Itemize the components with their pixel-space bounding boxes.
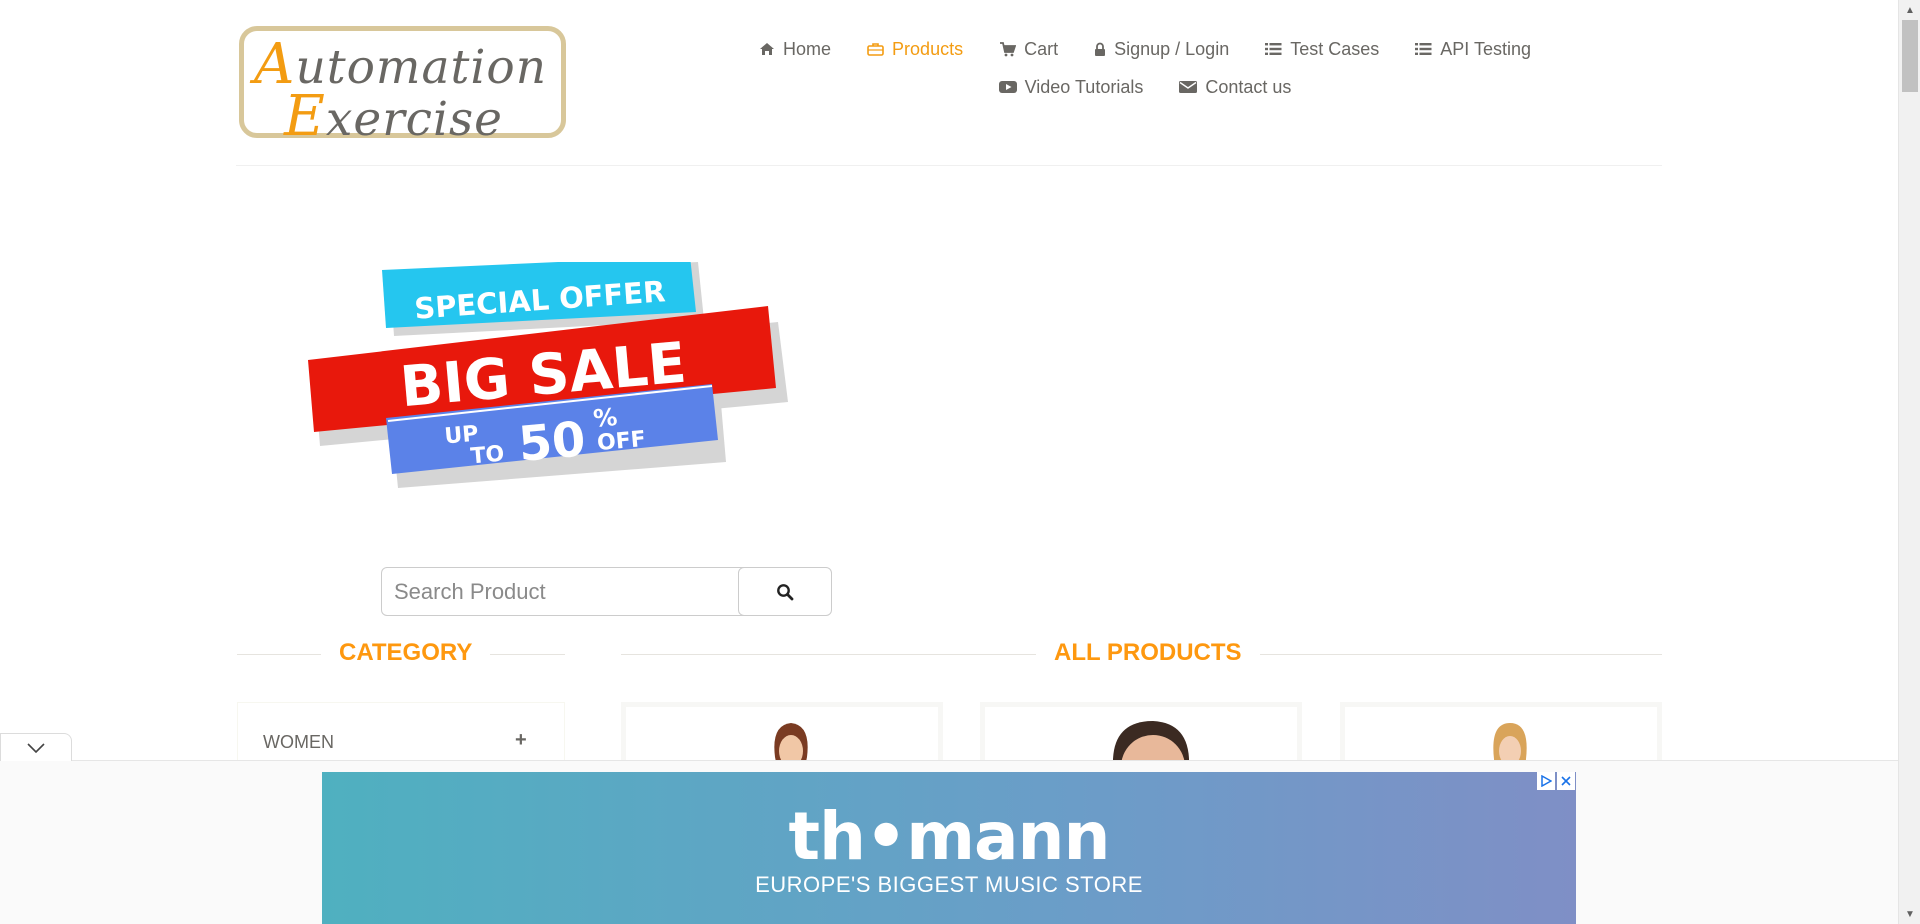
nav-cart-label: Cart: [1024, 38, 1059, 59]
nav-test-cases[interactable]: Test Cases: [1247, 36, 1397, 62]
nav-products-label: Products: [892, 38, 964, 59]
ad-collapse-button[interactable]: [0, 733, 72, 761]
nav-test-cases-label: Test Cases: [1290, 38, 1380, 59]
percent-text: 50: [516, 411, 587, 473]
nav-api-testing[interactable]: API Testing: [1397, 36, 1549, 62]
cart-icon: [1000, 41, 1017, 56]
envelope-icon: [1179, 81, 1198, 93]
nav-signup-login[interactable]: Signup / Login: [1076, 36, 1247, 62]
scroll-thumb[interactable]: [1902, 20, 1918, 92]
sale-banner: SPECIAL OFFER BIG SALE UP TO 50 % OFF: [308, 262, 788, 488]
nav-signup-login-label: Signup / Login: [1114, 38, 1230, 59]
nav-video-tutorials[interactable]: Video Tutorials: [981, 74, 1162, 100]
scroll-up-arrow-icon[interactable]: ▲: [1899, 0, 1920, 20]
site-header: Automation Exercise Home Products Cart S…: [0, 0, 1898, 167]
ad-banner[interactable]: th•mann EUROPE'S BIGGEST MUSIC STORE: [322, 772, 1576, 924]
header-divider: [236, 165, 1662, 166]
home-icon: [760, 43, 775, 55]
main-nav: Home Products Cart Signup / Login Test C…: [745, 36, 1545, 112]
ad-close-icon[interactable]: [1557, 772, 1575, 790]
list-icon: [1415, 43, 1432, 55]
nav-contact-us-label: Contact us: [1205, 76, 1292, 97]
lock-icon: [1095, 42, 1106, 56]
page-scrollbar[interactable]: ▲ ▼: [1898, 0, 1920, 924]
search-bar: [381, 567, 832, 616]
nav-api-testing-label: API Testing: [1440, 38, 1531, 59]
ad-brand: th•mann: [788, 798, 1110, 875]
category-title: CATEGORY: [321, 639, 491, 667]
search-input[interactable]: [381, 567, 744, 616]
nav-home-label: Home: [783, 38, 832, 59]
nav-cart[interactable]: Cart: [981, 36, 1076, 62]
scroll-down-arrow-icon[interactable]: ▼: [1899, 904, 1920, 924]
search-button[interactable]: [738, 567, 832, 616]
adchoices-icon[interactable]: [1537, 772, 1555, 790]
nav-products[interactable]: Products: [849, 36, 981, 62]
chevron-down-icon: [27, 742, 45, 753]
to-text: TO: [470, 442, 506, 470]
search-icon: [777, 583, 794, 600]
off-text: OFF: [596, 427, 647, 456]
percent-sign-text: %: [592, 403, 618, 433]
all-products-title: ALL PRODUCTS: [1036, 639, 1260, 667]
ad-tagline: EUROPE'S BIGGEST MUSIC STORE: [755, 872, 1143, 897]
plus-icon[interactable]: +: [515, 729, 527, 752]
site-logo[interactable]: Automation Exercise: [239, 26, 566, 145]
nav-home[interactable]: Home: [741, 36, 849, 62]
category-women[interactable]: WOMEN: [263, 732, 334, 753]
youtube-play-icon: [998, 81, 1017, 93]
nav-video-tutorials-label: Video Tutorials: [1024, 76, 1144, 97]
nav-contact-us[interactable]: Contact us: [1161, 74, 1309, 100]
briefcase-icon: [867, 43, 884, 56]
logo-line-2: Exercise: [284, 84, 503, 149]
list-icon: [1265, 43, 1282, 55]
